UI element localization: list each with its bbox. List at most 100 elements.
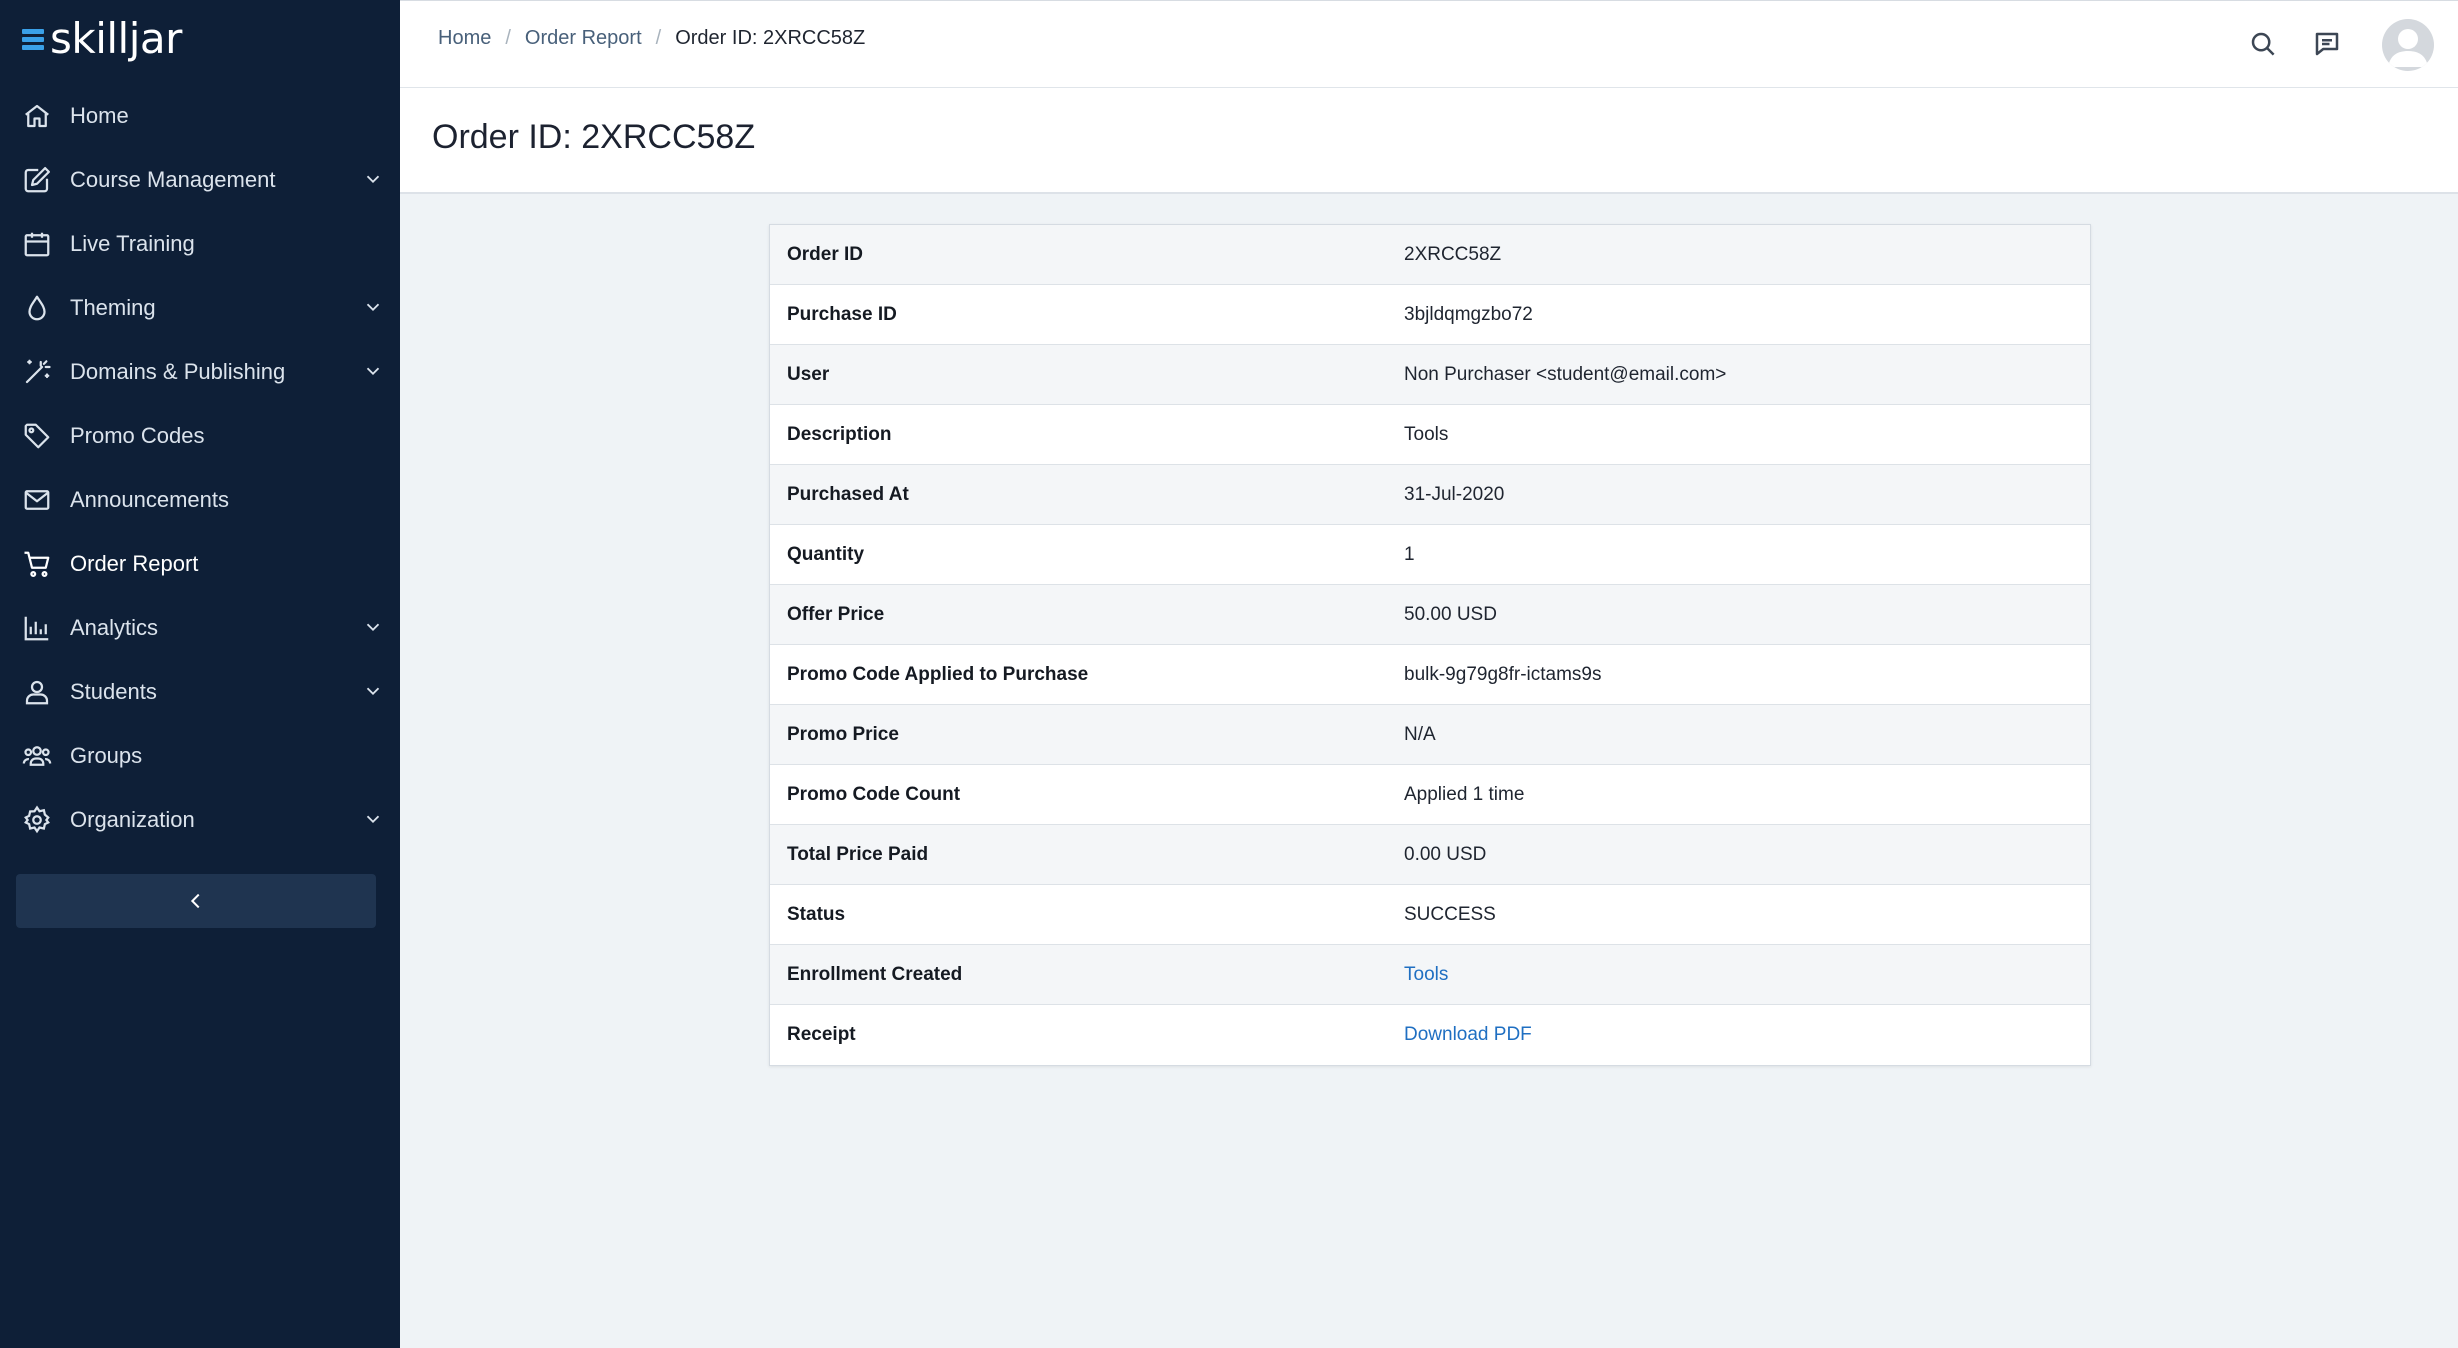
page-title: Order ID: 2XRCC58Z: [432, 118, 756, 156]
sidebar-item-promo-codes[interactable]: Promo Codes: [0, 404, 400, 468]
logo-mark-icon: [22, 29, 48, 53]
sidebar-item-groups[interactable]: Groups: [0, 724, 400, 788]
logo-text: skilljar: [50, 13, 182, 63]
row-label: Description: [787, 423, 892, 445]
chevron-down-icon: [366, 175, 380, 184]
table-row: Quantity 1: [770, 525, 2090, 585]
row-label: Total Price Paid: [787, 843, 929, 865]
table-row: Status SUCCESS: [770, 885, 2090, 945]
mail-icon: [20, 483, 54, 517]
row-value: SUCCESS: [1404, 903, 1496, 925]
sidebar-item-organization[interactable]: Organization: [0, 788, 400, 852]
row-label: Order ID: [787, 243, 864, 265]
sidebar-item-label: Course Management: [70, 167, 276, 192]
row-label: Enrollment Created: [787, 963, 963, 985]
row-label: Purchase ID: [787, 303, 897, 325]
download-pdf-link[interactable]: Download PDF: [1404, 1024, 1532, 1046]
sidebar-item-label: Organization: [70, 807, 195, 832]
droplet-icon: [20, 291, 54, 325]
order-details-table: Order ID 2XRCC58Z Purchase ID 3bjldqmgzb…: [769, 224, 2091, 1066]
table-row: User Non Purchaser <student@email.com>: [770, 345, 2090, 405]
row-value: 31-Jul-2020: [1404, 483, 1505, 505]
sidebar-nav: Home Course Management Live Training The…: [0, 84, 400, 852]
row-value: 2XRCC58Z: [1404, 243, 1502, 265]
breadcrumb-separator: /: [655, 27, 662, 49]
row-label: Purchased At: [787, 483, 909, 505]
gear-icon: [20, 803, 54, 837]
table-row: Enrollment Created Tools: [770, 945, 2090, 1005]
skilljar-logo[interactable]: skilljar: [22, 13, 182, 63]
table-row: Description Tools: [770, 405, 2090, 465]
sidebar-item-course-management[interactable]: Course Management: [0, 148, 400, 212]
sidebar-item-label: Domains & Publishing: [70, 359, 286, 384]
sidebar-item-live-training[interactable]: Live Training: [0, 212, 400, 276]
sidebar-item-label: Students: [70, 679, 157, 704]
row-value: bulk-9g79g8fr-ictams9s: [1404, 663, 1602, 685]
chevron-down-icon: [366, 623, 380, 632]
home-icon: [20, 99, 54, 133]
enrollment-link[interactable]: Tools: [1404, 964, 1448, 986]
row-value: Tools: [1404, 423, 1449, 445]
chevron-left-icon: [190, 893, 200, 909]
sidebar-item-home[interactable]: Home: [0, 84, 400, 148]
sidebar-item-label: Promo Codes: [70, 423, 205, 448]
edit-icon: [20, 163, 54, 197]
tag-icon: [20, 419, 54, 453]
sidebar-item-students[interactable]: Students: [0, 660, 400, 724]
row-value: Applied 1 time: [1404, 783, 1525, 805]
row-label: User: [787, 363, 830, 385]
sidebar-item-theming[interactable]: Theming: [0, 276, 400, 340]
avatar[interactable]: [2382, 19, 2434, 71]
comment-icon[interactable]: [2312, 29, 2342, 59]
chevron-down-icon: [366, 687, 380, 696]
sidebar-item-label: Analytics: [70, 615, 159, 640]
sidebar-item-label: Live Training: [70, 231, 195, 256]
row-value: 0.00 USD: [1404, 843, 1487, 865]
table-row: Purchased At 31-Jul-2020: [770, 465, 2090, 525]
row-label: Quantity: [787, 543, 865, 565]
row-label: Promo Code Applied to Purchase: [787, 663, 1089, 685]
avatar-placeholder-icon: [2388, 29, 2428, 67]
users-icon: [20, 739, 54, 773]
breadcrumb-home-link[interactable]: Home: [438, 27, 491, 50]
row-label: Promo Code Count: [787, 783, 961, 805]
magic-wand-icon: [20, 355, 54, 389]
sidebar-item-label: Announcements: [70, 487, 229, 512]
chevron-down-icon: [366, 303, 380, 312]
breadcrumb-current: Order ID: 2XRCC58Z: [675, 27, 866, 49]
table-row: Purchase ID 3bjldqmgzbo72: [770, 285, 2090, 345]
topbar: Home / Order Report / Order ID: 2XRCC58Z: [400, 0, 2458, 88]
sidebar-item-order-report[interactable]: Order Report: [0, 532, 400, 596]
row-value: Non Purchaser <student@email.com>: [1404, 363, 1727, 385]
row-value: 3bjldqmgzbo72: [1404, 303, 1533, 325]
search-icon[interactable]: [2248, 29, 2278, 59]
cart-icon: [20, 547, 54, 581]
table-row: Promo Code Count Applied 1 time: [770, 765, 2090, 825]
sidebar: skilljar Home Course Management Live Tra…: [0, 0, 400, 1348]
row-label: Status: [787, 903, 846, 925]
breadcrumb-order-report-link[interactable]: Order Report: [525, 27, 642, 50]
breadcrumb-separator: /: [505, 27, 511, 49]
table-row: Promo Code Applied to Purchase bulk-9g79…: [770, 645, 2090, 705]
row-label: Offer Price: [787, 603, 885, 625]
table-row: Promo Price N/A: [770, 705, 2090, 765]
row-value: 1: [1404, 543, 1415, 565]
sidebar-item-analytics[interactable]: Analytics: [0, 596, 400, 660]
sidebar-item-announcements[interactable]: Announcements: [0, 468, 400, 532]
sidebar-item-label: Theming: [70, 295, 156, 320]
sidebar-item-domains-publishing[interactable]: Domains & Publishing: [0, 340, 400, 404]
table-row: Order ID 2XRCC58Z: [770, 225, 2090, 285]
sidebar-item-label: Order Report: [70, 551, 199, 576]
page-header: Order ID: 2XRCC58Z: [400, 88, 2458, 194]
sidebar-item-label: Home: [70, 103, 129, 128]
row-label: Receipt: [787, 1024, 856, 1045]
table-row: Total Price Paid 0.00 USD: [770, 825, 2090, 885]
row-label: Promo Price: [787, 723, 899, 745]
bar-chart-icon: [20, 611, 54, 645]
chevron-down-icon: [366, 815, 380, 824]
user-icon: [20, 675, 54, 709]
row-value: N/A: [1404, 723, 1436, 745]
breadcrumb: Home / Order Report / Order ID: 2XRCC58Z: [438, 27, 865, 50]
sidebar-collapse-button[interactable]: [16, 874, 376, 928]
table-row: Offer Price 50.00 USD: [770, 585, 2090, 645]
